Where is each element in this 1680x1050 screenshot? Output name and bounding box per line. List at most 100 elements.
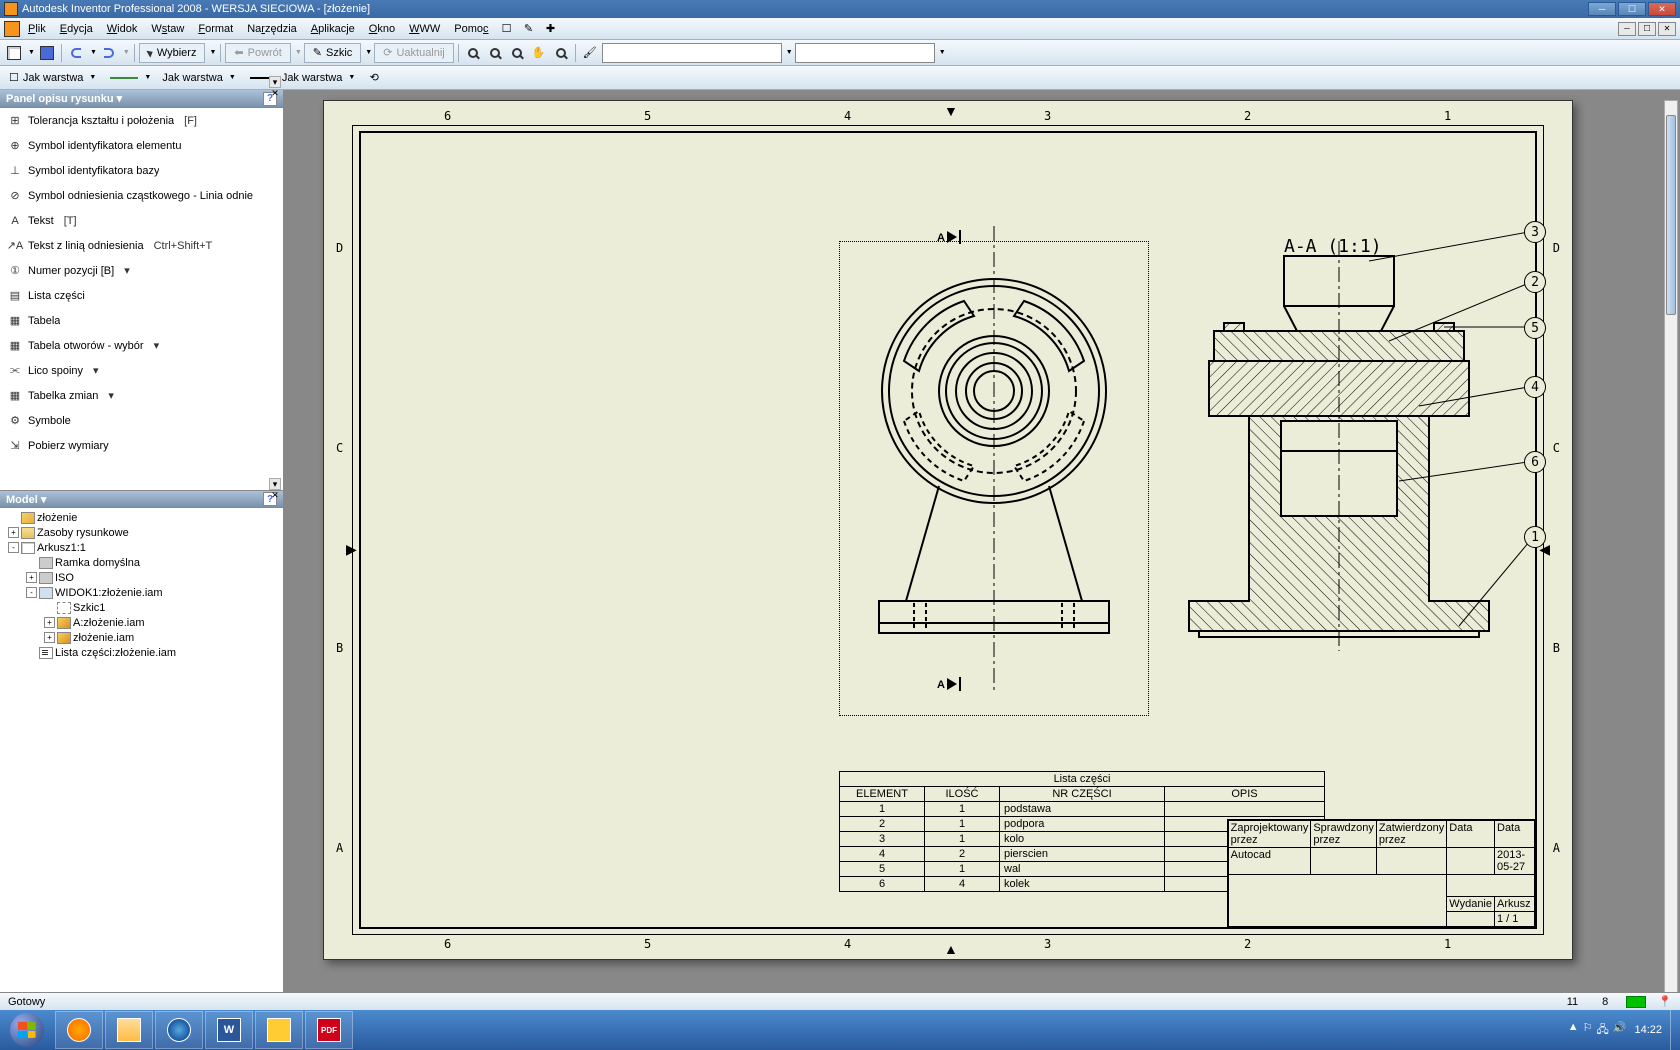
panel-undock[interactable]: ▾ ✕	[269, 76, 281, 88]
status-indicator	[1626, 996, 1646, 1008]
panel-item-12[interactable]: ⚙Symbole	[0, 408, 283, 433]
zoom-button[interactable]	[507, 43, 527, 63]
mdi-close[interactable]: ✕	[1658, 22, 1676, 36]
menu-bar: Plik Edycja Widok Wstaw Format Narzędzia…	[0, 18, 1680, 40]
undo-button[interactable]	[66, 43, 86, 63]
style-combo[interactable]	[602, 43, 782, 63]
balloon-6[interactable]: 6	[1524, 451, 1546, 473]
balloon-3[interactable]: 3	[1524, 221, 1546, 243]
tray-flag-icon[interactable]: ▲	[1568, 1021, 1579, 1040]
mdi-restore[interactable]: ☐	[1638, 22, 1656, 36]
panel-item-11[interactable]: ▦Tabelka zmian▾	[0, 383, 283, 408]
panel-item-6[interactable]: ①Numer pozycji [B]▾	[0, 258, 283, 283]
taskbar: W PDF ▲ ⚐ 🖧 🔊 14:22	[0, 1010, 1680, 1050]
vertical-scrollbar[interactable]	[1664, 100, 1678, 1024]
tree-row-3[interactable]: Ramka domyślna	[2, 555, 281, 570]
balloon-2[interactable]: 2	[1524, 271, 1546, 293]
tree-row-0[interactable]: złożenie	[2, 510, 281, 525]
new-button[interactable]	[4, 43, 24, 63]
minimize-button[interactable]: ─	[1588, 2, 1616, 16]
lineweight-combo[interactable]: ▼ Jak warstwa ▼	[105, 68, 240, 88]
zoom-window-button[interactable]	[485, 43, 505, 63]
tree-row-5[interactable]: -WIDOK1:złożenie.iam	[2, 585, 281, 600]
tree-row-2[interactable]: -Arkusz1:1	[2, 540, 281, 555]
tray-clock[interactable]: 14:22	[1634, 1024, 1662, 1036]
status-bar: Gotowy 11 8 📍	[0, 992, 1680, 1010]
task-word[interactable]: W	[205, 1011, 253, 1049]
linetype-combo[interactable]: ☐ Jak warstwa ▼	[4, 68, 101, 88]
zoom-all-button[interactable]	[463, 43, 483, 63]
status-pin-icon[interactable]: 📍	[1658, 995, 1672, 1008]
tree-row-6[interactable]: Szkic1	[2, 600, 281, 615]
tray-volume-icon[interactable]: 🔊	[1613, 1021, 1627, 1040]
menu-www[interactable]: WWW	[403, 21, 446, 37]
maximize-button[interactable]: ☐	[1618, 2, 1646, 16]
zoom-sel-button[interactable]	[551, 43, 571, 63]
panel-item-10[interactable]: ⫘Lico spoiny▾	[0, 358, 283, 383]
panel-item-13[interactable]: ⇲Pobierz wymiary	[0, 433, 283, 458]
main-toolbar: ▼ ▼ ▼ Wybierz ▼ ⬅ Powrót ▼ ✎ Szkic ▼ ⟳ U…	[0, 40, 1680, 66]
menu-format[interactable]: Format	[192, 21, 239, 37]
balloon-1[interactable]: 1	[1524, 526, 1546, 548]
tree-row-1[interactable]: +Zasoby rysunkowe	[2, 525, 281, 540]
task-pdf[interactable]: PDF	[305, 1011, 353, 1049]
panel-item-4[interactable]: ATekst[T]	[0, 208, 283, 233]
menu-pomoc[interactable]: Pomoc	[448, 21, 494, 37]
menu-okno[interactable]: Okno	[363, 21, 401, 37]
task-notes[interactable]	[255, 1011, 303, 1049]
paint-button[interactable]: 🖌	[580, 43, 600, 63]
layer-combo[interactable]: Jak warstwa ▼	[245, 68, 360, 88]
tree-row-9[interactable]: Lista części:złożenie.iam	[2, 645, 281, 660]
panel-item-5[interactable]: ↗ATekst z linią odniesieniaCtrl+Shift+T	[0, 233, 283, 258]
panel-item-8[interactable]: ▦Tabela	[0, 308, 283, 333]
menu-extra3[interactable]: ✚	[541, 19, 561, 39]
menu-edycja[interactable]: Edycja	[54, 21, 99, 37]
system-tray[interactable]: ▲ ⚐ 🖧 🔊 14:22	[1560, 1021, 1670, 1040]
start-button[interactable]	[0, 1010, 54, 1050]
layer-toolbar: ☐ Jak warstwa ▼ ▼ Jak warstwa ▼ Jak wars…	[0, 66, 1680, 90]
menu-extra2[interactable]: ✎	[519, 19, 539, 39]
title-block: Zaprojektowany przez Sprawdzony przez Za…	[1227, 819, 1536, 928]
tray-network-icon[interactable]: 🖧	[1597, 1021, 1609, 1040]
menu-widok[interactable]: Widok	[101, 21, 144, 37]
pan-button[interactable]: ✋	[529, 43, 549, 63]
layer-extra[interactable]: ⟲	[364, 68, 384, 88]
drawing-panel-header[interactable]: Panel opisu rysunku ▾ ?	[0, 90, 283, 108]
menu-plik[interactable]: Plik	[22, 21, 52, 37]
save-button[interactable]	[37, 43, 57, 63]
task-ie[interactable]	[155, 1011, 203, 1049]
parts-row-0[interactable]: 11podstawa	[840, 802, 1325, 817]
panel-item-3[interactable]: ⊘Symbol odniesienia cząstkowego - Linia …	[0, 183, 283, 208]
show-desktop-button[interactable]	[1670, 1010, 1680, 1050]
balloon-5[interactable]: 5	[1524, 317, 1546, 339]
drawing-canvas[interactable]: 6 5 4 3 2 1 6 5 4 3 2 1 D C B A D C B A …	[283, 90, 1680, 1034]
panel-item-1[interactable]: ⊕Symbol identyfikatora elementu	[0, 133, 283, 158]
tree-row-8[interactable]: +złożenie.iam	[2, 630, 281, 645]
return-button[interactable]: ⬅ Powrót	[225, 43, 290, 63]
select-button[interactable]: Wybierz	[139, 43, 206, 63]
model-panel-header[interactable]: Model ▾ ?	[0, 490, 283, 508]
model-panel-undock[interactable]: ▾ ✕	[269, 478, 281, 490]
model-tree[interactable]: złożenie+Zasoby rysunkowe-Arkusz1:1Ramka…	[0, 508, 283, 1034]
task-explorer[interactable]	[105, 1011, 153, 1049]
status-pos2: 8	[1596, 996, 1614, 1008]
sketch-button[interactable]: ✎ Szkic	[304, 43, 362, 63]
menu-narzedzia[interactable]: Narzędzia	[241, 21, 303, 37]
style-combo2[interactable]	[795, 43, 935, 63]
panel-item-9[interactable]: ▦Tabela otworów - wybór▾	[0, 333, 283, 358]
panel-item-2[interactable]: ⊥Symbol identyfikatora bazy	[0, 158, 283, 183]
tray-action-icon[interactable]: ⚐	[1583, 1021, 1593, 1040]
menu-aplikacje[interactable]: Aplikacje	[305, 21, 361, 37]
mdi-minimize[interactable]: ─	[1618, 22, 1636, 36]
panel-item-0[interactable]: ⊞Tolerancja kształtu i położenia[F]	[0, 108, 283, 133]
panel-item-7[interactable]: ▤Lista części	[0, 283, 283, 308]
balloon-4[interactable]: 4	[1524, 376, 1546, 398]
tree-row-4[interactable]: +ISO	[2, 570, 281, 585]
menu-extra1[interactable]: ☐	[497, 19, 517, 39]
redo-button[interactable]	[99, 43, 119, 63]
menu-wstaw[interactable]: Wstaw	[145, 21, 190, 37]
tree-row-7[interactable]: +A:złożenie.iam	[2, 615, 281, 630]
task-wmp[interactable]	[55, 1011, 103, 1049]
update-button[interactable]: ⟳ Uaktualnij	[374, 43, 454, 63]
close-button[interactable]: ✕	[1648, 2, 1676, 16]
